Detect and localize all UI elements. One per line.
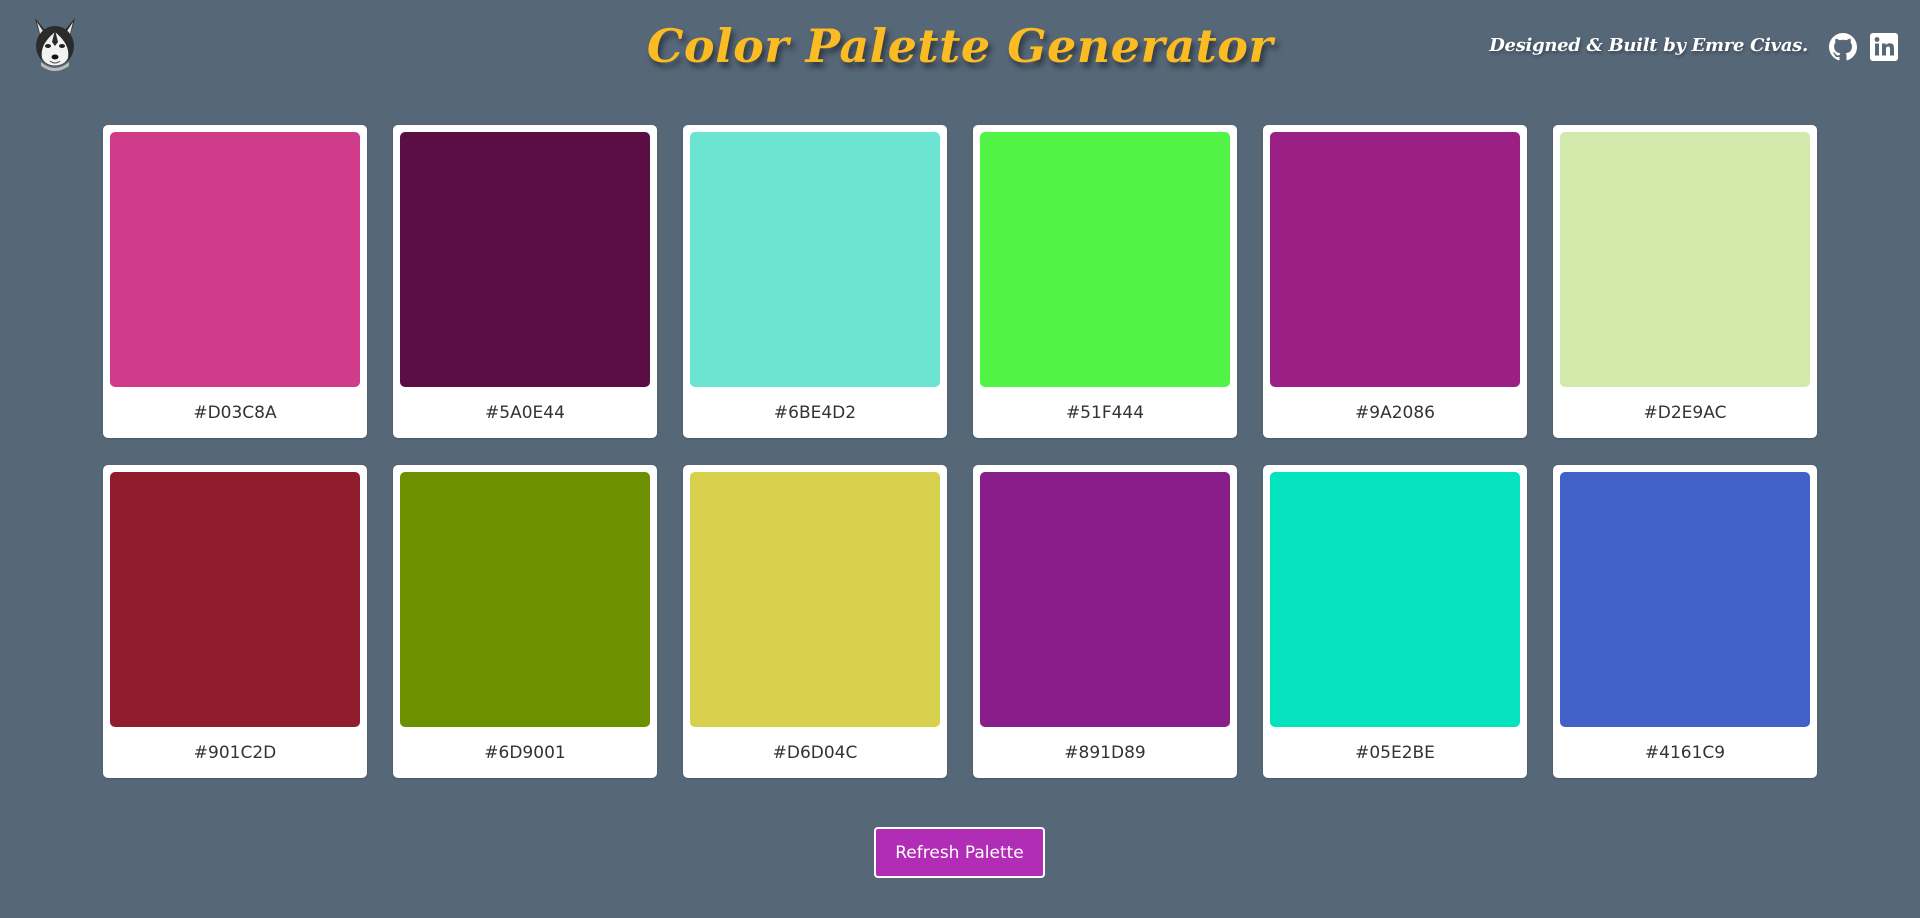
color-card[interactable]: #05E2BE (1263, 465, 1527, 778)
color-swatch[interactable] (110, 472, 360, 727)
color-swatch[interactable] (1270, 132, 1520, 387)
hex-code-label: #4161C9 (1644, 743, 1726, 763)
github-icon[interactable] (1829, 33, 1857, 61)
hex-code-label: #5A0E44 (485, 403, 565, 423)
color-swatch[interactable] (690, 132, 940, 387)
color-swatch[interactable] (400, 132, 650, 387)
color-swatch[interactable] (1560, 472, 1810, 727)
color-card[interactable]: #891D89 (973, 465, 1237, 778)
color-swatch[interactable] (1560, 132, 1810, 387)
color-swatch[interactable] (1270, 472, 1520, 727)
color-card[interactable]: #901C2D (103, 465, 367, 778)
hex-code-label: #D2E9AC (1643, 403, 1727, 423)
linkedin-icon[interactable] (1870, 33, 1898, 61)
color-swatch[interactable] (690, 472, 940, 727)
refresh-palette-button[interactable]: Refresh Palette (874, 827, 1045, 878)
hex-code-label: #05E2BE (1355, 743, 1435, 763)
hex-code-label: #6BE4D2 (773, 403, 857, 423)
hex-code-label: #891D89 (1064, 743, 1146, 763)
hex-code-label: #901C2D (193, 743, 277, 763)
color-card[interactable]: #5A0E44 (393, 125, 657, 438)
color-card[interactable]: #6BE4D2 (683, 125, 947, 438)
color-card[interactable]: #51F444 (973, 125, 1237, 438)
hex-code-label: #9A2086 (1355, 403, 1435, 423)
hex-code-label: #D6D04C (772, 743, 858, 763)
color-swatch[interactable] (400, 472, 650, 727)
author-credit: Designed & Built by Emre Civas. (1489, 35, 1808, 56)
color-swatch[interactable] (980, 472, 1230, 727)
color-swatch[interactable] (980, 132, 1230, 387)
color-card[interactable]: #D03C8A (103, 125, 367, 438)
color-swatch[interactable] (110, 132, 360, 387)
hex-code-label: #51F444 (1065, 403, 1145, 423)
color-card[interactable]: #9A2086 (1263, 125, 1527, 438)
color-card[interactable]: #D2E9AC (1553, 125, 1817, 438)
color-card[interactable]: #D6D04C (683, 465, 947, 778)
color-card[interactable]: #4161C9 (1553, 465, 1817, 778)
hex-code-label: #D03C8A (193, 403, 277, 423)
color-card[interactable]: #6D9001 (393, 465, 657, 778)
hex-code-label: #6D9001 (484, 743, 566, 763)
palette-grid: #D03C8A #5A0E44 #6BE4D2 #51F444 #9A2086 #D2E9… (103, 125, 1817, 778)
